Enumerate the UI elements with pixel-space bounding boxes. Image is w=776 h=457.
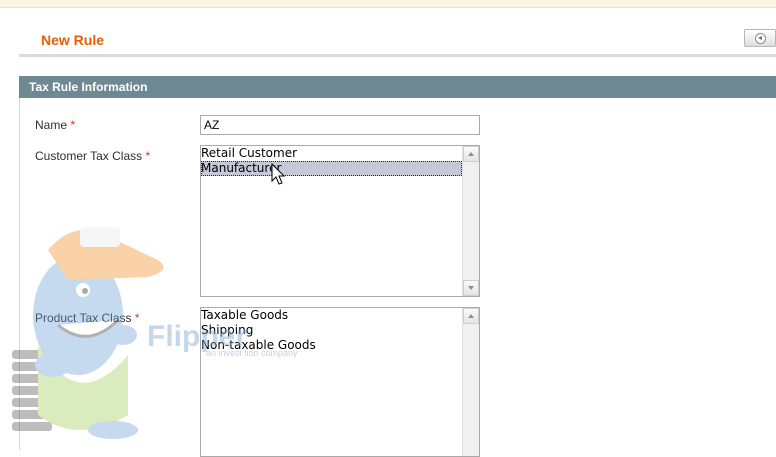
customer-tax-class-label: Customer Tax Class * [35, 149, 150, 163]
scroll-up-button[interactable] [463, 308, 479, 324]
watermark-tagline: an invest lion company [206, 348, 298, 358]
back-button[interactable] [744, 29, 776, 47]
mouse-pointer-icon [271, 163, 286, 185]
option-manufacturer[interactable]: Manufacturer [201, 161, 462, 176]
page-title: New Rule [41, 32, 105, 48]
section-header: Tax Rule Information [19, 76, 776, 98]
name-input[interactable] [200, 115, 480, 135]
product-tax-class-scrollbar[interactable] [462, 308, 479, 456]
title-divider [19, 54, 776, 57]
name-label-text: Name [35, 118, 68, 132]
customer-tax-class-label-text: Customer Tax Class [35, 149, 143, 163]
name-label: Name * [35, 118, 75, 132]
scroll-up-button[interactable] [463, 146, 479, 162]
top-notice-bar [0, 0, 776, 8]
customer-tax-class-scrollbar[interactable] [462, 146, 479, 296]
scroll-down-arrow-icon [468, 286, 474, 290]
scroll-up-arrow-icon [468, 314, 474, 318]
customer-tax-class-select[interactable]: Retail Customer Manufacturer [200, 145, 480, 297]
option-retail-customer[interactable]: Retail Customer [201, 146, 462, 161]
customer-tax-class-options: Retail Customer Manufacturer [201, 146, 462, 296]
back-arrow-icon [755, 33, 766, 44]
scroll-up-arrow-icon [468, 152, 474, 156]
required-mark: * [70, 118, 76, 132]
required-mark: * [145, 149, 151, 163]
scroll-down-button[interactable] [463, 280, 479, 296]
